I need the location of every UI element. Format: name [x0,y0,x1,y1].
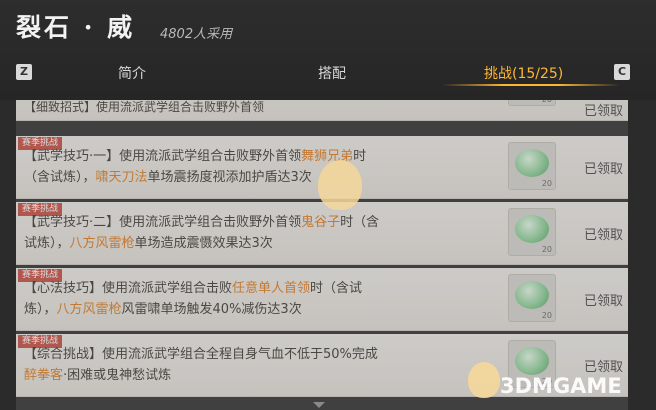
desc-line1-end: 时（含试 [310,281,363,296]
challenge-desc: 【细致招式】使用流派武学组合击败野外首领 [24,100,474,114]
desc-line2-highlight: 八方风雷枪 [69,236,135,251]
challenge-desc: 【综合挑战】使用流派武学组合全程自身气血不低于50%完成 醉拳客·困难或鬼神愁试… [24,344,474,386]
desc-line2: 试炼）， [24,236,70,251]
desc-line2: （含试炼）， [24,170,96,185]
desc-line2-end: 单场震扬度视添加护盾达3次 [147,170,312,185]
challenge-row: 赛季挑战 【武学技巧·二】使用流派武学组合击败野外首领鬼谷子时（含 试炼），八方… [16,202,628,265]
jade-icon [515,281,549,309]
challenge-row: 【细致招式】使用流派武学组合击败野外首领 20 已领取 [16,100,628,121]
desc-line2-end: ·困难或鬼神愁试炼 [63,368,172,383]
status-claimed: 已领取 [584,162,624,177]
challenge-desc: 【心法技巧】使用流派武学组合击败任意单人首领时（含试 炼），八方风雷枪风雷啸单场… [24,278,474,320]
reward-slot[interactable]: 20 [508,208,556,256]
active-tab-underline [442,84,620,86]
desc-line1: 【综合挑战】使用流派武学组合全程自身气血不低于50%完成 [24,347,378,362]
reward-slot[interactable]: 20 [508,274,556,322]
reward-qty: 20 [541,245,552,254]
tab-bar: Z 简介 搭配 挑战(15/25) C [0,56,656,88]
challenge-desc: 【武学技巧·二】使用流派武学组合击败野外首领鬼谷子时（含 试炼），八方风雷枪单场… [24,212,474,254]
reward-slot[interactable]: 20 [508,142,556,190]
desc-line2-highlight: 啸天刀法 [95,170,148,185]
watermark-mascot-icon [468,362,500,398]
desc-line1-highlight: 鬼谷子 [301,215,341,230]
header-bar: 裂石 · 威 4802人采用 Z 简介 搭配 挑战(15/25) C [0,0,656,100]
challenge-list[interactable]: 【细致招式】使用流派武学组合击败野外首领 20 已领取 赛季挑战 【武学技巧·一… [16,100,628,410]
jade-icon [515,215,549,243]
reward-qty: 20 [542,100,552,104]
challenge-row: 赛季挑战 【心法技巧】使用流派武学组合击败任意单人首领时（含试 炼），八方风雷枪… [16,268,628,331]
jade-icon [515,347,549,375]
watermark-logo: 3DMGAME [500,374,622,398]
mascot-icon [318,160,362,210]
desc-line1: 【武学技巧·一】使用流派武学组合击败野外首领 [24,149,302,164]
scroll-down-icon[interactable] [313,402,325,408]
desc-line1-highlight: 任意单人首领 [232,281,311,296]
desc-line1: 【细致招式】使用流派武学组合击败野外首领 [24,100,265,114]
desc-line1-end: 时 [353,149,367,164]
tab-challenge[interactable]: 挑战(15/25) [484,63,563,83]
reward-qty: 20 [541,179,552,188]
desc-line2: 炼）， [24,302,57,317]
status-claimed: 已领取 [584,294,624,309]
desc-line1-end: 时（含 [340,215,380,230]
desc-line2-end: 单场造成震慑效果达3次 [134,236,273,251]
page-title: 裂石 · 威 [16,13,136,42]
desc-line1: 【心法技巧】使用流派武学组合击败 [24,281,233,296]
tab-combo[interactable]: 搭配 [318,63,346,83]
tab-intro[interactable]: 简介 [118,63,146,83]
next-tab-key-icon[interactable]: C [614,64,630,80]
desc-line1: 【武学技巧·二】使用流派武学组合击败野外首领 [24,215,302,230]
status-claimed: 已领取 [584,228,624,243]
status-claimed: 已领取 [584,104,624,119]
prev-tab-key-icon[interactable]: Z [16,64,32,80]
desc-line2-end: 风雷啸单场触发40%减伤达3次 [121,302,302,317]
jade-icon [515,149,549,177]
status-claimed: 已领取 [584,360,624,375]
reward-slot[interactable]: 20 [508,100,556,106]
adopted-count: 4802人采用 [160,27,233,42]
desc-line2-highlight: 八方风雷枪 [56,302,122,317]
desc-line2-highlight: 醉拳客 [24,368,64,383]
challenge-desc: 【武学技巧·一】使用流派武学组合击败野外首领舞狮兄弟时 （含试炼），啸天刀法单场… [24,146,474,188]
reward-qty: 20 [541,311,552,320]
